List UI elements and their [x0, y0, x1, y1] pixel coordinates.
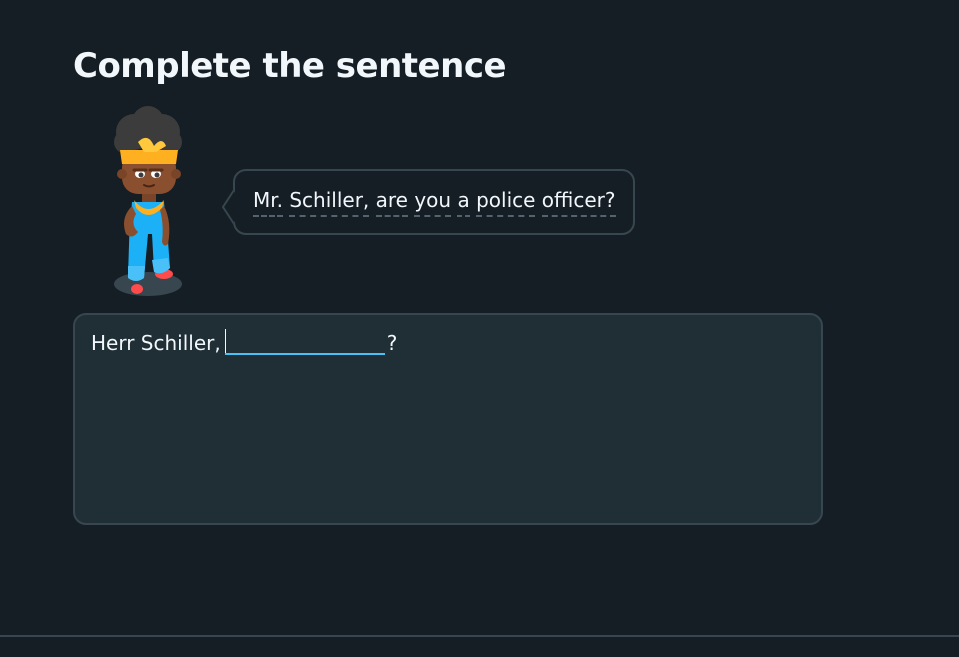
hint-word[interactable]: Schiller,	[289, 188, 370, 217]
hint-word[interactable]: a	[457, 188, 470, 217]
hint-word[interactable]: you	[414, 188, 452, 217]
hint-word[interactable]: Mr.	[253, 188, 283, 217]
sentence-prefix: Herr Schiller,	[91, 331, 221, 355]
challenge-page: Complete the sentence Mr. Schiller, are …	[0, 0, 959, 657]
speech-bubble-tail	[221, 189, 245, 225]
footer-divider	[0, 635, 959, 637]
sentence-suffix: ?	[386, 331, 398, 355]
blank-input[interactable]	[224, 327, 385, 355]
speech-bubble: Mr. Schiller, are you a police officer?	[221, 169, 635, 235]
text-caret	[224, 329, 226, 353]
challenge-title: Complete the sentence	[73, 46, 507, 86]
prompt-sentence: Mr. Schiller, are you a police officer?	[253, 188, 616, 217]
character-illustration	[114, 106, 182, 296]
answer-area[interactable]: Herr Schiller, ?	[73, 313, 823, 525]
hint-word[interactable]: officer?	[541, 188, 616, 217]
answer-sentence: Herr Schiller, ?	[91, 327, 397, 355]
hint-word[interactable]: police	[476, 188, 536, 217]
hint-word[interactable]: are	[375, 188, 408, 217]
